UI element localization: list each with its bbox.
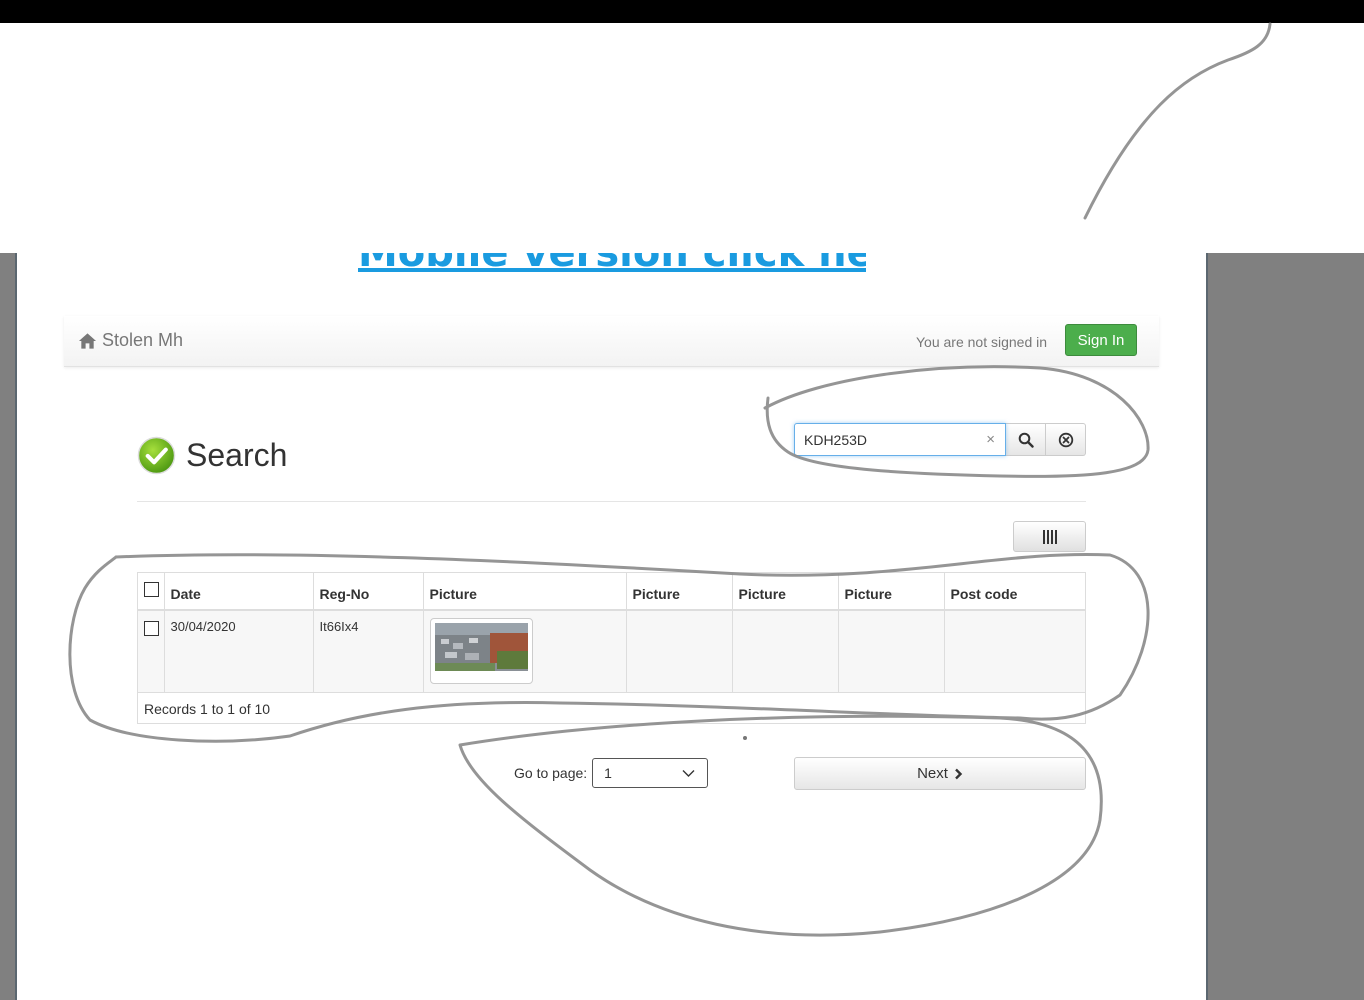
columns-icon — [1042, 529, 1057, 544]
search-input-wrapper: × — [794, 423, 1006, 456]
search-button[interactable] — [1006, 423, 1046, 456]
records-summary: Records 1 to 1 of 10 — [138, 692, 1085, 723]
date-cell: 30/04/2020 — [164, 610, 314, 692]
scribble-dot — [743, 736, 747, 740]
reset-circle-x-icon — [1058, 432, 1073, 447]
goto-page-label: Go to page: — [514, 765, 588, 781]
next-button-label: Next — [917, 765, 948, 782]
next-page-button[interactable]: Next — [794, 757, 1086, 790]
top-black-bar — [0, 0, 1364, 23]
page-select[interactable]: 1 — [592, 758, 709, 788]
picture-cell-empty — [732, 610, 839, 692]
picture-cell — [423, 610, 627, 692]
column-header[interactable]: Date — [164, 573, 314, 611]
brand-name: Stolen Mh — [102, 330, 184, 350]
search-icon — [1018, 432, 1034, 448]
white-overlay — [0, 23, 1364, 253]
chevron-down-icon — [682, 770, 695, 777]
reset-button[interactable] — [1046, 423, 1086, 456]
header-divider — [137, 501, 1086, 502]
checkmark-circle-icon — [137, 436, 176, 475]
scribble-search-oval — [763, 365, 1150, 478]
page-title: Search — [186, 437, 288, 473]
sign-in-button[interactable]: Sign In — [1065, 324, 1137, 356]
navbar: Stolen Mh You are not signed in Sign In — [64, 316, 1159, 367]
column-header[interactable]: Post code — [944, 573, 1085, 611]
scribble-pager-outline — [458, 714, 1103, 937]
row-select-cell — [138, 610, 165, 692]
right-gray-margin — [1206, 253, 1364, 1000]
chevron-right-icon — [955, 768, 963, 779]
search-group: × — [794, 423, 1086, 456]
signed-in-status: You are not signed in — [916, 334, 1048, 350]
goto-page: Go to page: 1 — [514, 758, 709, 788]
row-checkbox[interactable] — [144, 621, 159, 636]
column-header[interactable]: Picture — [732, 573, 839, 611]
select-all-cell — [138, 573, 165, 611]
aerial-photo-image — [434, 623, 528, 679]
picture-cell-empty — [626, 610, 733, 692]
results-table: Date Reg-No Picture Picture Picture Pict… — [138, 573, 1085, 692]
reg-no-cell: It66Ix4 — [313, 610, 424, 692]
post-code-cell — [944, 610, 1085, 692]
select-all-checkbox[interactable] — [144, 582, 159, 597]
picture-cell-empty — [838, 610, 945, 692]
page-header: Search — [137, 436, 287, 475]
table-header-row: Date Reg-No Picture Picture Picture Pict… — [138, 573, 1085, 611]
column-chooser-button[interactable] — [1013, 521, 1086, 552]
left-gray-margin — [0, 253, 17, 1000]
brand-link[interactable]: Stolen Mh — [78, 330, 183, 351]
results-grid: Date Reg-No Picture Picture Picture Pict… — [137, 572, 1086, 724]
column-header[interactable]: Reg-No — [313, 573, 424, 611]
home-icon — [78, 332, 97, 349]
table-row[interactable]: 30/04/2020 It66Ix4 — [138, 610, 1085, 692]
clear-input-icon[interactable]: × — [986, 431, 995, 448]
column-header[interactable]: Picture — [626, 573, 733, 611]
picture-thumbnail[interactable] — [429, 618, 533, 684]
column-header[interactable]: Picture — [838, 573, 945, 611]
column-header[interactable]: Picture — [423, 573, 627, 611]
search-input[interactable] — [795, 424, 1005, 455]
page-select-value: 1 — [604, 765, 612, 781]
